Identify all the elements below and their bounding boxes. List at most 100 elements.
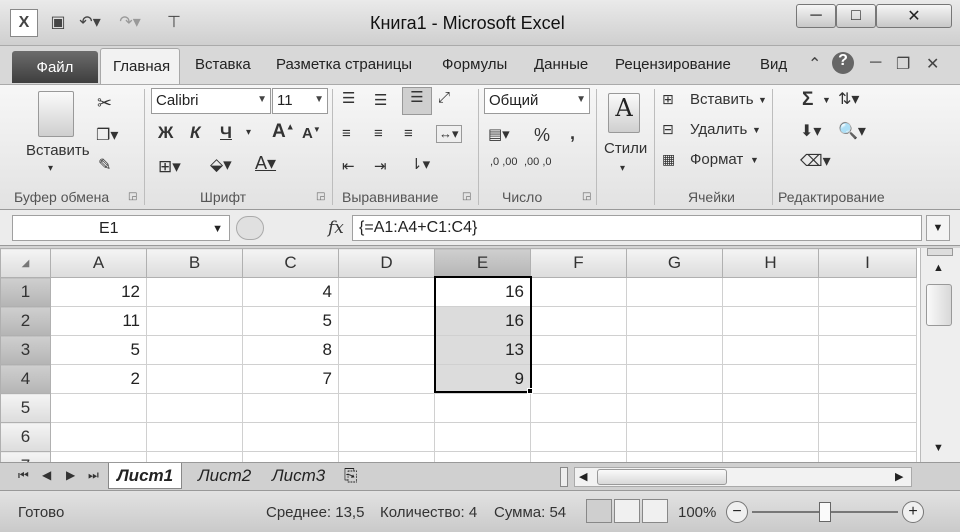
cell[interactable]: 8 xyxy=(242,335,339,365)
cell[interactable] xyxy=(530,422,627,452)
row-header[interactable]: 5 xyxy=(0,393,51,423)
cell[interactable]: 13 xyxy=(434,335,531,365)
cell[interactable] xyxy=(338,451,435,462)
align-right-icon[interactable]: ≡ xyxy=(404,125,413,142)
sheet-tab-2[interactable]: Лист2 xyxy=(190,463,259,489)
cell[interactable] xyxy=(722,393,819,423)
underline-button[interactable]: Ч xyxy=(220,123,232,143)
name-box[interactable]: E1 ▼ xyxy=(12,215,230,241)
hscroll-thumb[interactable] xyxy=(597,469,727,485)
row-header[interactable]: 3 xyxy=(0,335,51,365)
shrink-font-icon[interactable]: A▼ xyxy=(302,125,321,142)
paste-button-label[interactable]: Вставить xyxy=(26,142,90,159)
column-header-c[interactable]: C xyxy=(242,248,339,278)
cut-icon[interactable]: ✂ xyxy=(97,93,112,114)
format-cells-button[interactable]: Формат xyxy=(690,151,743,168)
cell[interactable] xyxy=(146,393,243,423)
cell[interactable] xyxy=(434,393,531,423)
prev-sheet-icon[interactable]: ◀ xyxy=(42,468,51,482)
expand-formula-bar-icon[interactable]: ▼ xyxy=(926,215,950,241)
chevron-down-icon[interactable]: ▼ xyxy=(750,155,759,165)
cell[interactable]: 11 xyxy=(50,306,147,336)
cell[interactable] xyxy=(722,451,819,462)
formula-bar-splitter[interactable] xyxy=(236,216,264,240)
cell[interactable]: 5 xyxy=(50,335,147,365)
doc-minimize-icon[interactable]: ─ xyxy=(870,54,881,72)
row-header[interactable]: 6 xyxy=(0,422,51,452)
paste-dropdown-icon[interactable]: ▾ xyxy=(48,163,53,174)
cell[interactable] xyxy=(338,422,435,452)
cell[interactable] xyxy=(338,364,435,394)
column-header-f[interactable]: F xyxy=(530,248,627,278)
tab-review[interactable]: Рецензирование xyxy=(615,56,731,73)
grow-font-icon[interactable]: A▲ xyxy=(272,121,295,143)
cell[interactable] xyxy=(818,393,917,423)
insert-cells-button[interactable]: Вставить xyxy=(690,91,754,108)
column-header-d[interactable]: D xyxy=(338,248,435,278)
percent-button[interactable]: % xyxy=(534,125,550,146)
scroll-right-icon[interactable]: ▶ xyxy=(895,470,903,483)
cell[interactable] xyxy=(626,451,723,462)
cell[interactable] xyxy=(242,393,339,423)
customize-qat-icon[interactable]: ⊤ xyxy=(162,10,186,34)
cell[interactable] xyxy=(722,364,819,394)
cell[interactable] xyxy=(338,393,435,423)
insert-sheet-icon[interactable]: ⎘ xyxy=(336,463,366,489)
excel-app-icon[interactable]: X xyxy=(10,9,38,37)
tab-home[interactable]: Главная xyxy=(100,48,180,84)
row-header[interactable]: 4 xyxy=(0,364,51,394)
cell[interactable] xyxy=(338,335,435,365)
increase-decimal-button[interactable]: ,0 ,00 xyxy=(490,157,520,168)
number-format-combo[interactable]: Общий ▼ xyxy=(484,88,590,114)
sort-filter-icon[interactable]: ⇅▾ xyxy=(838,89,859,109)
font-color-icon[interactable]: A▾ xyxy=(255,153,276,174)
underline-dropdown-icon[interactable]: ▾ xyxy=(246,127,251,138)
cell[interactable] xyxy=(50,393,147,423)
insert-function-button[interactable]: fx xyxy=(328,218,344,238)
undo-icon[interactable]: ↶▾ xyxy=(78,10,102,34)
row-header[interactable]: 2 xyxy=(0,306,51,336)
cell[interactable]: 12 xyxy=(50,277,147,307)
cell[interactable] xyxy=(626,422,723,452)
tab-view[interactable]: Вид xyxy=(760,56,787,73)
fill-icon[interactable]: ⬇▾ xyxy=(800,121,821,141)
cell[interactable] xyxy=(626,277,723,307)
select-all-corner[interactable]: ◢ xyxy=(0,248,51,278)
doc-close-icon[interactable]: ✕ xyxy=(926,54,939,74)
cell[interactable] xyxy=(146,335,243,365)
chevron-down-icon[interactable]: ▼ xyxy=(212,223,223,235)
column-header-b[interactable]: B xyxy=(146,248,243,278)
cell[interactable] xyxy=(434,422,531,452)
cell[interactable] xyxy=(146,306,243,336)
cell[interactable] xyxy=(530,364,627,394)
copy-icon[interactable]: ❐▾ xyxy=(96,125,118,145)
decrease-decimal-button[interactable]: ,00 ,0 xyxy=(524,157,554,168)
cell[interactable] xyxy=(818,277,917,307)
cell[interactable] xyxy=(146,451,243,462)
column-header-i[interactable]: I xyxy=(818,248,917,278)
save-icon[interactable]: ▣ xyxy=(46,10,70,34)
format-cells-icon[interactable]: ▦ xyxy=(662,151,675,168)
tab-formulas[interactable]: Формулы xyxy=(442,56,507,73)
cell[interactable] xyxy=(818,364,917,394)
tab-data[interactable]: Данные xyxy=(534,56,588,73)
number-launcher-icon[interactable]: ◲ xyxy=(582,191,591,202)
cell[interactable]: 16 xyxy=(434,277,531,307)
scroll-left-icon[interactable]: ◀ xyxy=(579,470,587,483)
tab-page-layout[interactable]: Разметка страницы xyxy=(276,56,412,73)
bold-button[interactable]: Ж xyxy=(158,123,173,143)
redo-icon[interactable]: ↷▾ xyxy=(118,10,142,34)
sheet-tab-3[interactable]: Лист3 xyxy=(264,463,333,489)
minimize-button[interactable]: ─ xyxy=(796,4,836,28)
cell[interactable] xyxy=(626,306,723,336)
cell[interactable]: 4 xyxy=(242,277,339,307)
next-sheet-icon[interactable]: ▶ xyxy=(66,468,75,482)
sheet-tab-1[interactable]: Лист1 xyxy=(108,463,183,489)
cell[interactable] xyxy=(722,277,819,307)
format-painter-icon[interactable]: ✎ xyxy=(98,155,111,175)
formula-input[interactable]: {=A1:A4+C1:C4} xyxy=(352,215,922,241)
help-icon[interactable]: ? xyxy=(832,52,854,74)
align-bottom-icon[interactable]: ☰ xyxy=(402,87,432,115)
tab-file[interactable]: Файл xyxy=(12,51,98,83)
scroll-down-icon[interactable]: ▼ xyxy=(933,442,944,454)
